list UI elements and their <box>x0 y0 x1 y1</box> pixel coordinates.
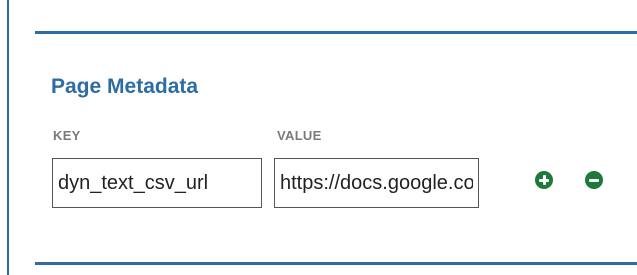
remove-row-button[interactable] <box>585 171 603 189</box>
add-row-button[interactable] <box>535 171 553 189</box>
key-column-header: KEY <box>53 128 81 143</box>
value-column-header: VALUE <box>277 128 322 143</box>
page-metadata-panel: Page Metadata KEY VALUE <box>0 0 637 275</box>
left-border <box>7 0 9 275</box>
section-bottom-divider <box>35 262 637 265</box>
section-title: Page Metadata <box>51 75 199 98</box>
metadata-key-input[interactable] <box>52 158 262 208</box>
section-top-divider <box>35 31 637 34</box>
metadata-value-input[interactable] <box>274 158 479 208</box>
